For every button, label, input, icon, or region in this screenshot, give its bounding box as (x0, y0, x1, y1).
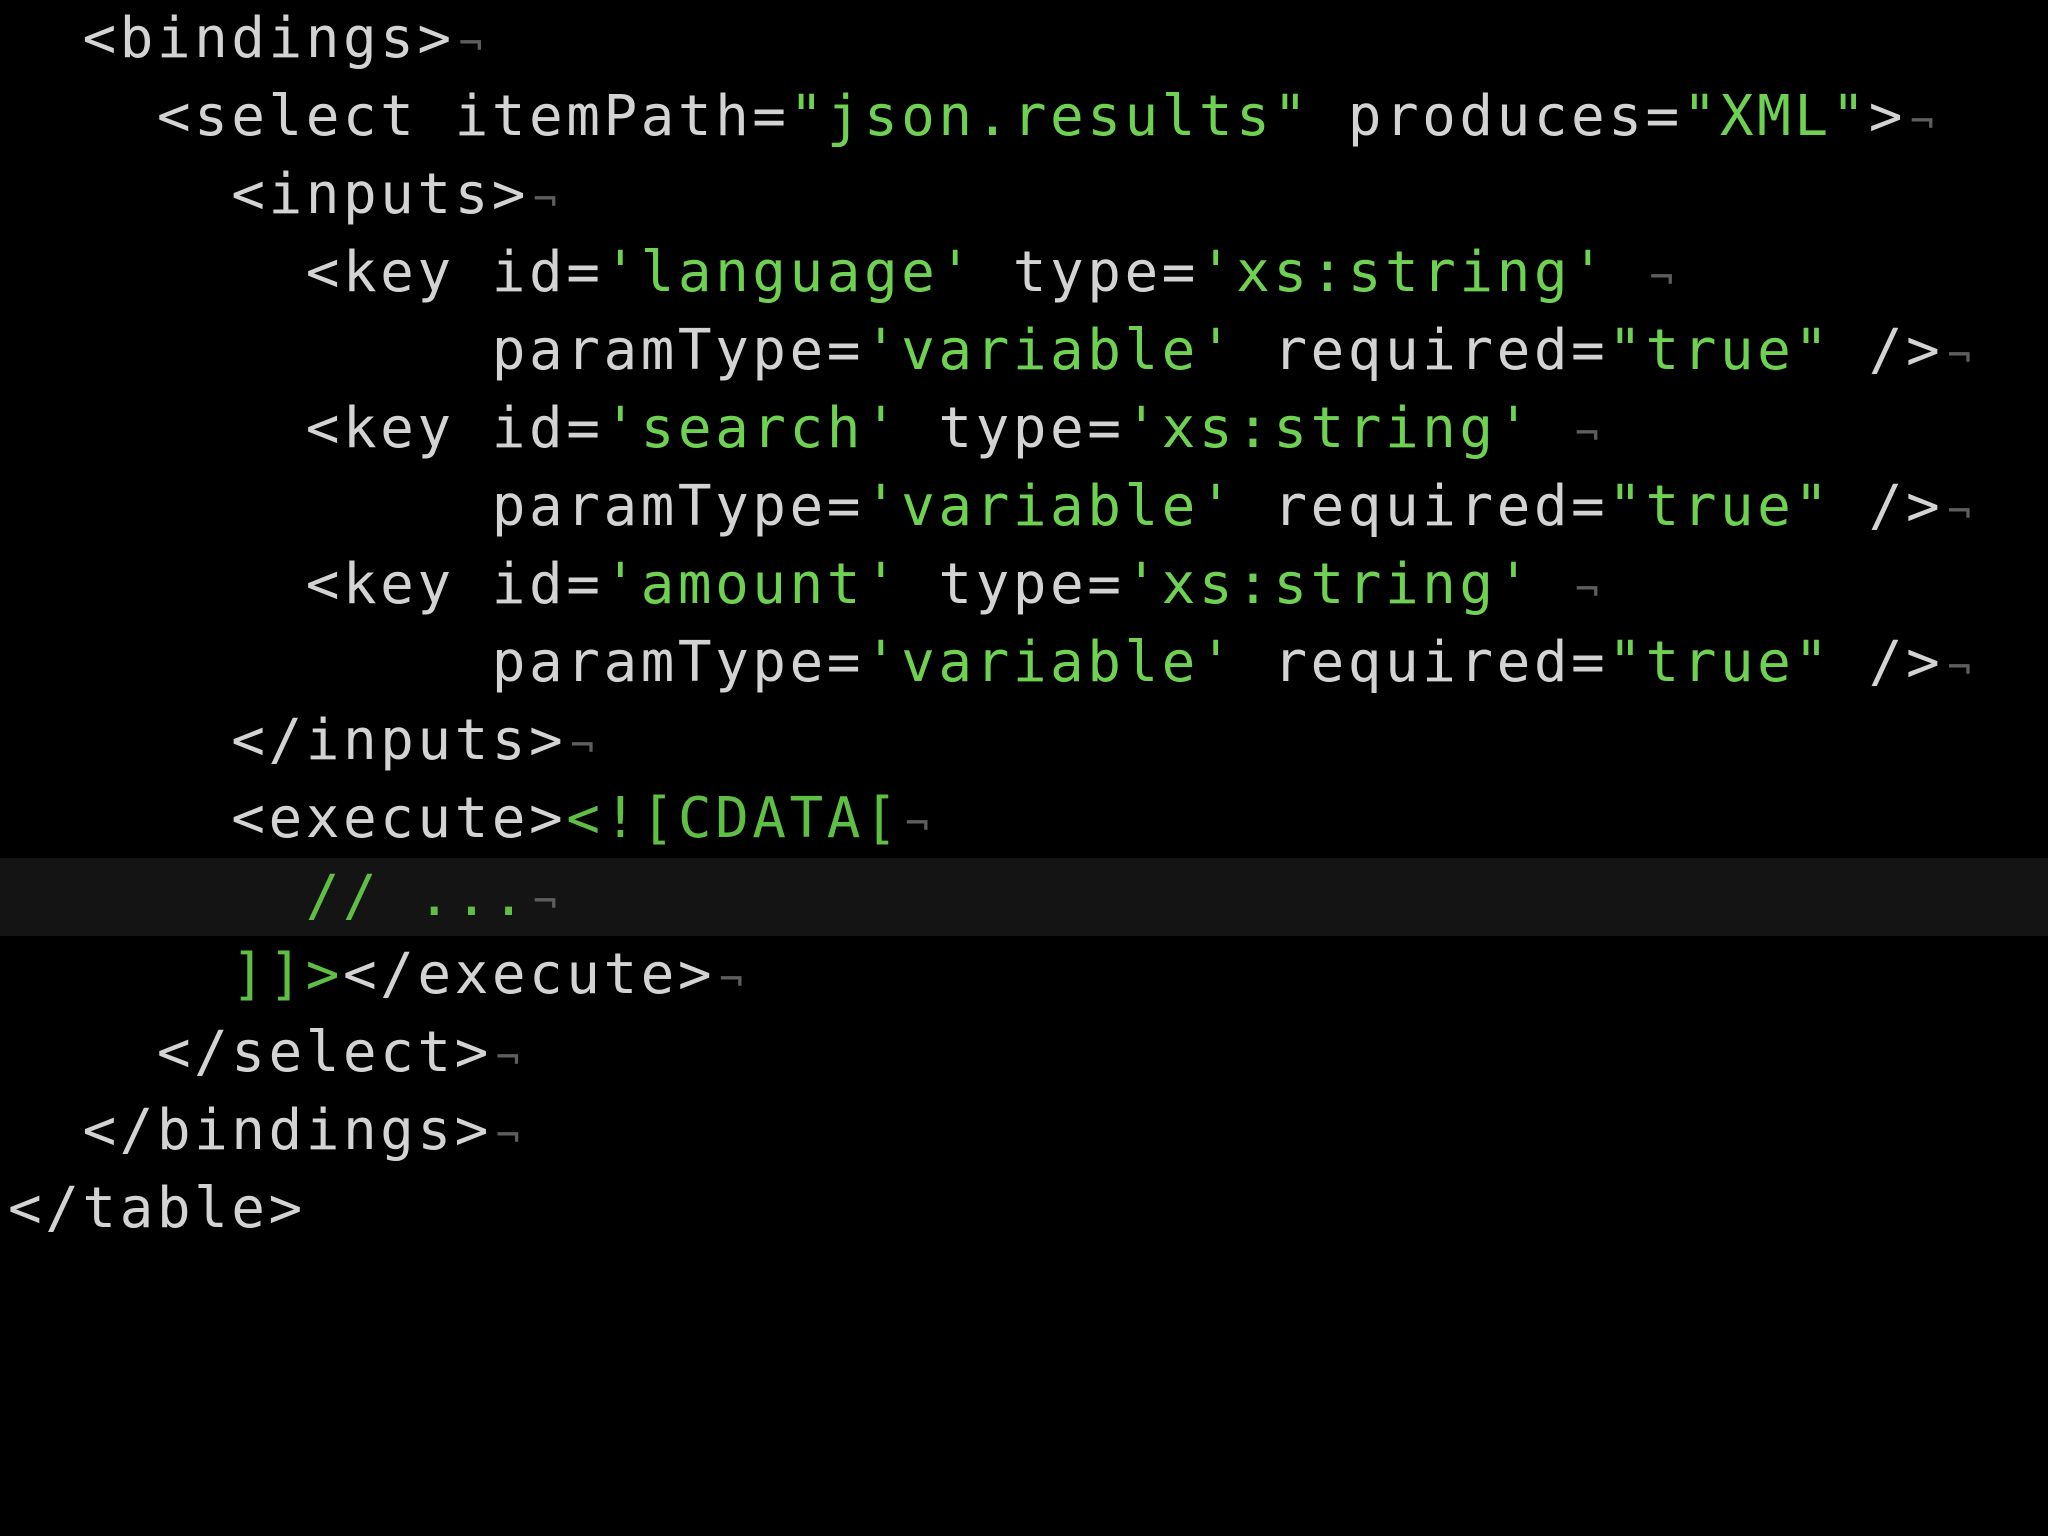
markup-token: <key id= (305, 240, 604, 305)
attribute-value-token: 'variable' (863, 630, 1237, 695)
attribute-value-token: "true" (1608, 630, 1832, 695)
markup-token: /> (1831, 630, 1944, 695)
attribute-value-token: "true" (1608, 474, 1832, 539)
markup-token: <key id= (305, 552, 604, 617)
code-line[interactable]: </inputs> ¬ (0, 702, 2048, 780)
markup-token (1608, 240, 1645, 305)
markup-token: required= (1236, 630, 1609, 695)
markup-token: </execute> (342, 942, 716, 1007)
markup-token: type= (975, 240, 1199, 305)
attribute-value-token: 'search' (603, 396, 902, 461)
attribute-value-token: 'xs:string' (1198, 240, 1609, 305)
markup-token: paramType= (491, 474, 864, 539)
code-line[interactable]: <bindings> ¬ (0, 0, 2048, 78)
markup-token: required= (1236, 318, 1609, 383)
markup-token: /> (1831, 318, 1944, 383)
attribute-value-token: 'variable' (863, 474, 1237, 539)
code-line[interactable]: <key id='language' type='xs:string' ¬ (0, 234, 2048, 312)
end-of-line-marker-icon: ¬ (495, 1035, 524, 1081)
markup-token: <select itemPath= (156, 84, 790, 149)
markup-token: paramType= (491, 318, 864, 383)
code-line[interactable]: <execute><![CDATA[¬ (0, 780, 2048, 858)
markup-token: produces= (1310, 84, 1683, 149)
code-line[interactable]: <select itemPath="json.results" produces… (0, 78, 2048, 156)
cdata-token: ]]> (231, 942, 343, 1007)
attribute-value-token: 'language' (603, 240, 976, 305)
code-line[interactable]: <key id='amount' type='xs:string' ¬ (0, 546, 2048, 624)
attribute-value-token: "true" (1608, 318, 1832, 383)
markup-token (1534, 552, 1571, 617)
markup-token: </inputs> (231, 708, 567, 773)
end-of-line-marker-icon: ¬ (1909, 99, 1938, 145)
markup-token: </select> (156, 1020, 492, 1085)
end-of-line-marker-icon: ¬ (905, 801, 933, 847)
end-of-line-marker-icon: ¬ (1575, 567, 1603, 613)
attribute-value-token: "json.results" (789, 84, 1311, 149)
end-of-line-marker-icon: ¬ (719, 957, 747, 1003)
code-line[interactable]: <inputs> ¬ (0, 156, 2048, 234)
markup-token: <key id= (305, 396, 604, 461)
attribute-value-token: "XML" (1682, 84, 1869, 149)
end-of-line-marker-icon: ¬ (1649, 255, 1678, 301)
attribute-value-token: 'xs:string' (1124, 396, 1534, 461)
code-line[interactable]: paramType='variable' required="true" /> ¬ (0, 624, 2048, 702)
markup-token: > (1868, 84, 1906, 149)
markup-token: /> (1831, 474, 1944, 539)
end-of-line-marker-icon: ¬ (570, 723, 598, 769)
end-of-line-marker-icon: ¬ (1575, 411, 1603, 457)
code-editor[interactable]: <bindings> ¬ <select itemPath="json.resul… (0, 0, 2048, 1536)
code-line[interactable]: paramType='variable' required="true" /> ¬ (0, 468, 2048, 546)
end-of-line-marker-icon: ¬ (1947, 645, 1975, 691)
code-line[interactable]: paramType='variable' required="true" /> ¬ (0, 312, 2048, 390)
end-of-line-marker-icon: ¬ (1947, 333, 1975, 379)
code-line[interactable]: ]]></execute> ¬ (0, 936, 2048, 1014)
markup-token: <bindings> (82, 6, 455, 71)
markup-token: <inputs> (231, 162, 530, 227)
code-line[interactable]: </select> ¬ (0, 1014, 2048, 1092)
attribute-value-token: 'xs:string' (1124, 552, 1534, 617)
end-of-line-marker-icon: ¬ (495, 1113, 524, 1159)
code-line[interactable]: <key id='search' type='xs:string' ¬ (0, 390, 2048, 468)
end-of-line-marker-icon: ¬ (458, 21, 487, 67)
attribute-value-token: 'variable' (863, 318, 1237, 383)
markup-token: type= (901, 552, 1125, 617)
code-line[interactable]: </bindings> ¬ (0, 1092, 2048, 1170)
end-of-line-marker-icon: ¬ (533, 879, 561, 925)
attribute-value-token: 'amount' (603, 552, 902, 617)
current-code-line[interactable]: // ... ¬ (0, 858, 2048, 936)
markup-token: type= (901, 396, 1125, 461)
code-line[interactable]: </table> (0, 1170, 2048, 1248)
markup-token: paramType= (491, 630, 864, 695)
cdata-token: // ... (305, 864, 530, 929)
markup-token: <execute> (231, 786, 567, 851)
end-of-line-marker-icon: ¬ (533, 177, 561, 223)
markup-token: </table> (8, 1176, 306, 1241)
markup-token (1534, 396, 1571, 461)
cdata-token: <![CDATA[ (566, 786, 902, 851)
markup-token: </bindings> (82, 1098, 492, 1163)
end-of-line-marker-icon: ¬ (1947, 489, 1975, 535)
markup-token: required= (1236, 474, 1609, 539)
